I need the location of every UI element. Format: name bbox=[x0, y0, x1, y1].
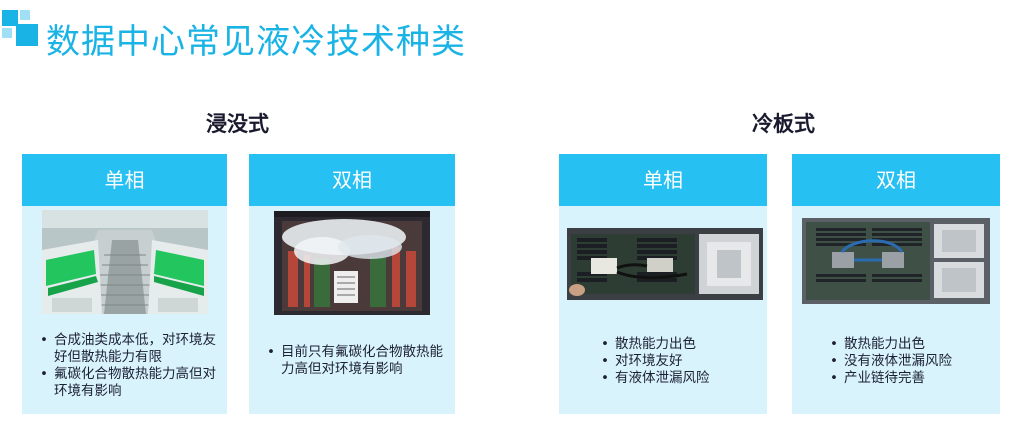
group-title-cold-plate: 冷板式 bbox=[752, 112, 815, 136]
card-immersion-two-phase: 双相 目前只有氟碳化合物散热能力高但对环境有影响 bbox=[249, 154, 455, 414]
cold-plate-server-photo bbox=[567, 228, 763, 300]
two-phase-immersion-photo bbox=[274, 211, 430, 315]
card-immersion-single-phase: 单相 合成油类成本低，对环境友好但散热能力有限 氟碳化合物散热能力高但对环境有影… bbox=[22, 154, 227, 414]
card-cold-plate-single-phase: 单相 散热能力出色 对环境友好 有液体泄漏风险 bbox=[559, 154, 767, 414]
bullet-list: 散热能力出色 对环境友好 有液体泄漏风险 bbox=[601, 336, 761, 387]
list-item: 对环境友好 bbox=[601, 353, 761, 370]
group-title-immersion: 浸没式 bbox=[206, 112, 269, 136]
card-header: 双相 bbox=[792, 154, 1000, 206]
list-item: 散热能力出色 bbox=[830, 336, 996, 353]
list-item: 散热能力出色 bbox=[601, 336, 761, 353]
immersion-tanks-photo bbox=[42, 210, 208, 314]
bullet-list: 目前只有氟碳化合物散热能力高但对环境有影响 bbox=[267, 344, 451, 378]
list-item: 合成油类成本低，对环境友好但散热能力有限 bbox=[40, 332, 220, 366]
bullet-list: 散热能力出色 没有液体泄漏风险 产业链待完善 bbox=[830, 336, 996, 387]
card-header: 单相 bbox=[22, 154, 227, 206]
card-header: 双相 bbox=[249, 154, 455, 206]
list-item: 没有液体泄漏风险 bbox=[830, 353, 996, 370]
card-header: 单相 bbox=[559, 154, 767, 206]
list-item: 产业链待完善 bbox=[830, 370, 996, 387]
list-item: 有液体泄漏风险 bbox=[601, 370, 761, 387]
list-item: 氟碳化合物散热能力高但对环境有影响 bbox=[40, 366, 220, 400]
page-title: 数据中心常见液冷技术种类 bbox=[46, 22, 466, 62]
list-item: 目前只有氟碳化合物散热能力高但对环境有影响 bbox=[267, 344, 451, 378]
two-phase-cold-plate-photo bbox=[802, 218, 990, 304]
card-cold-plate-two-phase: 双相 散热能力出色 没有液体泄漏风险 产业链待完善 bbox=[792, 154, 1000, 414]
bullet-list: 合成油类成本低，对环境友好但散热能力有限 氟碳化合物散热能力高但对环境有影响 bbox=[40, 332, 220, 400]
